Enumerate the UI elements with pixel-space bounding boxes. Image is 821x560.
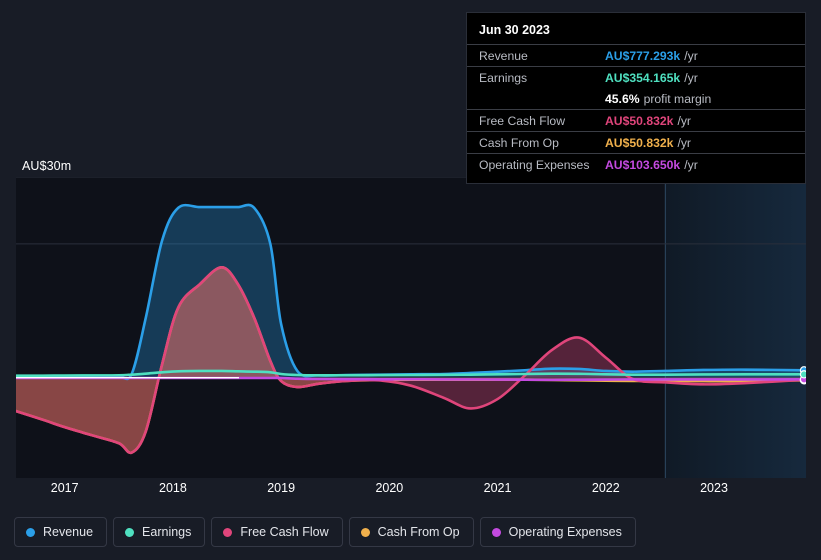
- legend-color-dot-icon: [26, 527, 35, 537]
- legend-color-dot-icon: [223, 527, 233, 537]
- y-axis-label-top: AU$30m: [22, 159, 72, 173]
- tooltip-row-unit: /yr: [677, 136, 691, 150]
- legend-item-cash-from-op[interactable]: Cash From Op: [348, 517, 474, 547]
- data-tooltip: Jun 30 2023 Revenue AU$777.293k/yr Earning…: [466, 12, 806, 184]
- x-axis-tick-label: 2017: [50, 481, 79, 495]
- tooltip-row-label: Cash From Op: [479, 136, 559, 150]
- tooltip-row-label: Free Cash Flow: [479, 114, 566, 128]
- tooltip-row-unit: /yr: [677, 114, 691, 128]
- legend-item-label: Operating Expenses: [508, 525, 622, 539]
- tooltip-row: Revenue AU$777.293k/yr: [467, 44, 805, 66]
- tooltip-row-value: AU$103.650k: [605, 158, 681, 172]
- legend-item-revenue[interactable]: Revenue: [14, 517, 108, 547]
- chart-endpoint-markers: [799, 366, 806, 385]
- chart-page: AU$30m AU$0 -AU$15m 20172018201920202021…: [0, 0, 821, 560]
- tooltip-row-label: Revenue: [479, 49, 528, 63]
- forecast-region-band: [664, 177, 806, 478]
- legend-item-earnings[interactable]: Earnings: [113, 517, 206, 547]
- tooltip-rows: Revenue AU$777.293k/yr Earnings AU$354.165k…: [467, 44, 805, 175]
- tooltip-row-value: AU$50.832k: [605, 114, 674, 128]
- legend-color-dot-icon: [360, 527, 370, 537]
- chart-plot-area[interactable]: [16, 177, 806, 478]
- legend-item-free-cash-flow[interactable]: Free Cash Flow: [211, 517, 343, 547]
- legend-item-operating-expenses[interactable]: Operating Expenses: [479, 517, 636, 547]
- tooltip-row-unit: /yr: [684, 158, 698, 172]
- tooltip-row: 45.6% profit margin: [467, 88, 805, 109]
- x-axis-tick-label: 2019: [267, 481, 296, 495]
- x-axis: 2017 2018 2019 2020 2021 2022 2023: [16, 481, 806, 503]
- tooltip-row-value: 45.6%: [605, 92, 640, 106]
- endpoint-earnings: [799, 370, 806, 379]
- tooltip-row-label: Earnings: [479, 71, 528, 85]
- legend-item-label: Free Cash Flow: [240, 525, 329, 539]
- tooltip-row-unit: /yr: [684, 71, 698, 85]
- tooltip-row-value: AU$354.165k: [605, 71, 681, 85]
- tooltip-row: Earnings AU$354.165k/yr: [467, 66, 805, 88]
- x-axis-tick-label: 2023: [700, 481, 728, 495]
- tooltip-row-label: Operating Expenses: [479, 158, 590, 172]
- financials-area-chart[interactable]: [16, 177, 806, 478]
- tooltip-row: Operating Expenses AU$103.650k/yr: [467, 153, 805, 175]
- chart-legend[interactable]: Revenue Earnings Free Cash Flow Cash From O…: [14, 517, 636, 547]
- legend-color-dot-icon: [125, 527, 135, 537]
- legend-item-label: Revenue: [43, 525, 94, 539]
- tooltip-date: Jun 30 2023: [479, 23, 550, 37]
- legend-item-label: Earnings: [142, 525, 192, 539]
- x-axis-tick-label: 2022: [591, 481, 620, 495]
- tooltip-row-value: AU$50.832k: [605, 136, 674, 150]
- x-axis-tick-label: 2018: [159, 481, 187, 495]
- x-axis-tick-label: 2021: [483, 481, 512, 495]
- legend-item-label: Cash From Op: [377, 525, 460, 539]
- x-axis-tick-label: 2020: [375, 481, 404, 495]
- tooltip-row-unit: profit margin: [643, 92, 712, 106]
- tooltip-row-unit: /yr: [684, 49, 698, 63]
- legend-color-dot-icon: [491, 527, 501, 537]
- tooltip-row: Cash From Op AU$50.832k/yr: [467, 131, 805, 153]
- tooltip-row-value: AU$777.293k: [605, 49, 681, 63]
- tooltip-row: Free Cash Flow AU$50.832k/yr: [467, 109, 805, 131]
